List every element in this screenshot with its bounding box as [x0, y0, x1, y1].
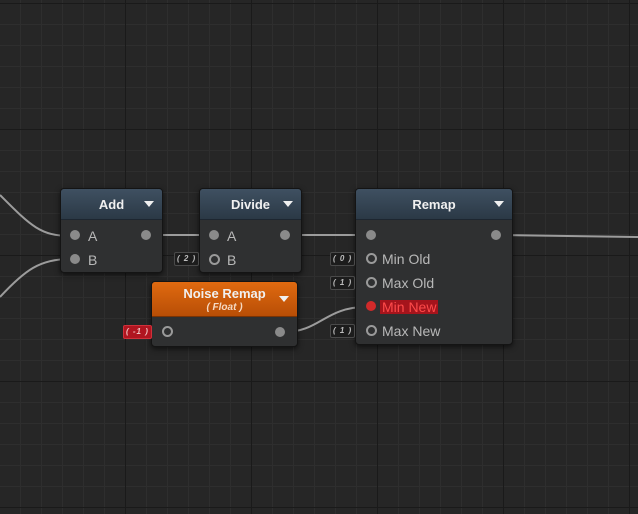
remap-max-new-port[interactable] [366, 325, 377, 336]
noise-remap-default-value[interactable]: ( -1 ) [123, 325, 152, 339]
divide-node[interactable]: Divide A B [199, 188, 302, 273]
add-node-title: Add [98, 196, 125, 212]
divide-b-default-value[interactable]: ( 2 ) [174, 252, 200, 266]
add-input-a-port[interactable] [70, 230, 80, 240]
remap-node[interactable]: Remap Min Old Max Old Min New Max New [355, 188, 513, 345]
remap-min-new-port[interactable] [366, 301, 376, 311]
add-input-a-label: A [88, 228, 98, 244]
divide-input-b-port[interactable] [209, 254, 220, 265]
remap-max-new-label: Max New [382, 323, 441, 339]
divide-node-header[interactable]: Divide [200, 189, 301, 220]
remap-node-header[interactable]: Remap [356, 189, 512, 220]
remap-min-new-label: Min New [380, 299, 439, 315]
remap-input-value-port[interactable] [366, 230, 376, 240]
add-input-b-label: B [88, 252, 98, 268]
remap-node-title: Remap [412, 196, 456, 212]
add-input-b-port[interactable] [70, 254, 80, 264]
add-node-header[interactable]: Add [61, 189, 162, 220]
noise-remap-header[interactable]: Noise Remap ( Float ) [152, 282, 297, 317]
divide-input-b-label: B [227, 252, 237, 268]
divide-node-title: Divide [230, 196, 270, 212]
noise-remap-node[interactable]: Noise Remap ( Float ) [151, 281, 298, 347]
add-output-port[interactable] [141, 230, 151, 240]
noise-remap-input-port[interactable] [162, 326, 173, 337]
remap-min-old-port[interactable] [366, 253, 377, 264]
noise-remap-subtitle: ( Float ) [206, 301, 243, 313]
divide-dropdown-icon[interactable] [283, 201, 293, 207]
add-dropdown-icon[interactable] [144, 201, 154, 207]
remap-max-new-default[interactable]: ( 1 ) [330, 324, 356, 338]
divide-input-a-label: A [227, 228, 237, 244]
noise-remap-title: Noise Remap [183, 285, 266, 301]
remap-min-old-default[interactable]: ( 0 ) [330, 252, 356, 266]
divide-output-port[interactable] [280, 230, 290, 240]
remap-output-port[interactable] [491, 230, 501, 240]
add-node[interactable]: Add A B [60, 188, 163, 273]
remap-max-old-port[interactable] [366, 277, 377, 288]
remap-dropdown-icon[interactable] [494, 201, 504, 207]
noise-remap-output-port[interactable] [275, 327, 285, 337]
remap-min-old-label: Min Old [382, 251, 431, 267]
remap-max-old-default[interactable]: ( 1 ) [330, 276, 356, 290]
remap-max-old-label: Max Old [382, 275, 435, 291]
wire-remap-output [499, 234, 638, 238]
divide-input-a-port[interactable] [209, 230, 219, 240]
noise-remap-dropdown-icon[interactable] [279, 296, 289, 302]
